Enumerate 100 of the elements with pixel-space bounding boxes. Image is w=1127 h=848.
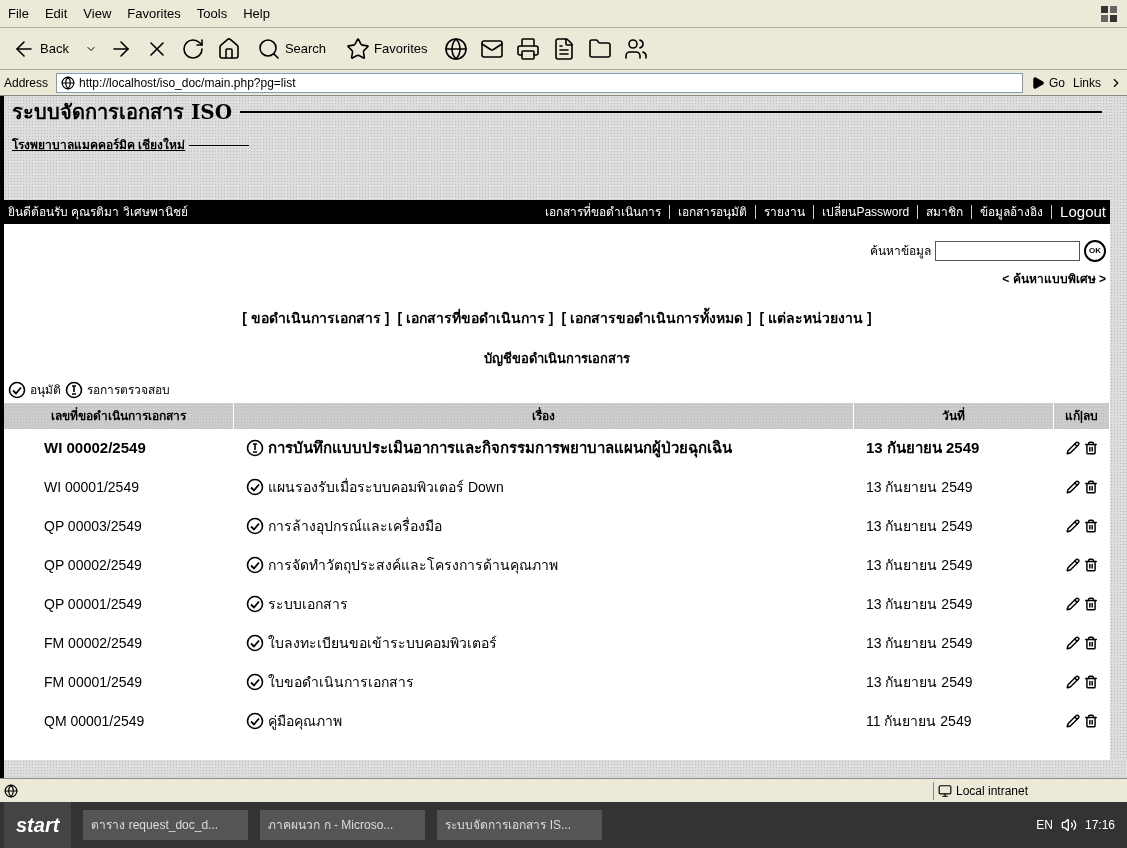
delete-icon[interactable] <box>1084 558 1098 572</box>
menu-item[interactable]: View <box>83 3 112 24</box>
search-field[interactable] <box>935 241 1080 261</box>
section-link[interactable]: [ แต่ละหน่วยงาน ] <box>759 308 872 329</box>
edit-icon[interactable] <box>1066 558 1080 572</box>
delete-icon[interactable] <box>1084 597 1098 611</box>
address-field[interactable]: http://localhost/iso_doc/main.php?pg=list <box>56 72 1023 93</box>
taskbar-button[interactable]: ภาคผนวก ก - Microso... <box>260 810 426 840</box>
table-cell-text: การจัดทำวัตถุประสงค์และโครงการด้านคุณภาพ <box>268 555 558 576</box>
column-header: วันที่ <box>854 402 1054 429</box>
table-cell-text: ใบลงทะเบียนขอเข้าระบบคอมพิวเตอร์ <box>268 633 497 653</box>
table-cell-text: แผนรองรับเมื่อระบบคอมพิวเตอร์ Down <box>268 477 504 497</box>
section-link[interactable]: [ เอกสารขอดำเนินการทั้งหมด ] <box>561 308 752 329</box>
taskbar-button[interactable]: ตาราง request_doc_d... <box>83 810 249 840</box>
list-heading: บัญชีขอดำเนินการเอกสาร <box>484 350 630 369</box>
horizontal-scrollbar[interactable] <box>0 760 1127 778</box>
nav-link[interactable]: เอกสารที่ขอดำเนินการ <box>545 203 662 221</box>
back-button[interactable]: Back <box>8 36 73 61</box>
table-cell-text: QM 00001/2549 <box>43 711 146 731</box>
welcome-text: ยินดีต้อนรับ คุณรติมา วิเศษพานิชย์ <box>8 204 188 221</box>
links-button[interactable]: Links <box>1073 73 1101 92</box>
favorites-button[interactable]: Favorites <box>342 36 432 61</box>
table-cell-text: 13 กันยายน 2549 <box>865 633 974 653</box>
table-cell-text: FM 00001/2549 <box>43 672 144 692</box>
menu-item[interactable]: Help <box>243 3 270 24</box>
menu-item[interactable]: Favorites <box>127 3 181 24</box>
nav-link[interactable]: Logout <box>1060 200 1106 224</box>
delete-icon[interactable] <box>1084 714 1098 728</box>
table-cell-text: 13 กันยายน 2549 <box>865 672 974 692</box>
edit-icon[interactable] <box>1066 714 1080 728</box>
column-header: แก้|ลบ <box>1054 402 1110 429</box>
start-button[interactable]: start <box>4 802 72 848</box>
table-cell-text: ใบขอดำเนินการเอกสาร <box>268 672 414 692</box>
table-cell-text: QP 00003/2549 <box>43 516 143 536</box>
delete-icon[interactable] <box>1084 480 1098 494</box>
go-button[interactable]: Go <box>1030 73 1065 92</box>
page-icon <box>4 783 18 798</box>
nav-link[interactable]: ข้อมูลอ้างอิง <box>980 203 1044 221</box>
url-text: http://localhost/iso_doc/main.php?pg=list <box>79 74 296 92</box>
table-cell-text: 13 กันยายน 2549 <box>865 437 981 458</box>
users-icon[interactable] <box>623 36 648 61</box>
nav-link[interactable]: เปลี่ยนPassword <box>822 203 910 221</box>
table-cell-text: FM 00002/2549 <box>43 633 144 653</box>
page-icon <box>61 75 76 90</box>
section-link[interactable]: [ เอกสารที่ขอดำเนินการ ] <box>397 308 554 329</box>
table-cell-text: WI 00001/2549 <box>43 477 140 497</box>
printer-icon[interactable] <box>515 36 540 61</box>
section-link[interactable]: [ ขอดำเนินการเอกสาร ] <box>242 308 390 329</box>
clock: 17:16 <box>1084 817 1115 834</box>
table-cell-text: 11 กันยายน 2549 <box>865 711 973 731</box>
language-indicator: EN <box>1036 817 1053 834</box>
site-title: ระบบจัดการเอกสาร ISO <box>12 99 233 126</box>
home-icon[interactable] <box>216 36 241 61</box>
windows-logo-icon <box>1099 3 1119 24</box>
edit-icon[interactable] <box>1066 519 1080 533</box>
volume-icon[interactable] <box>1060 817 1077 833</box>
vertical-scrollbar[interactable] <box>1110 96 1127 760</box>
folder-icon[interactable] <box>587 36 612 61</box>
edit-icon[interactable] <box>1066 636 1080 650</box>
refresh-icon[interactable] <box>180 36 205 61</box>
ok-button[interactable]: OK <box>1084 240 1106 262</box>
intranet-icon <box>938 783 952 798</box>
search-label: ค้นหาข้อมูล <box>870 243 931 260</box>
menu-item[interactable]: Edit <box>44 3 68 24</box>
site-subtitle: โรงพยาบาลแมคคอร์มิค เชียงใหม่ <box>12 136 186 154</box>
table-cell-text: 13 กันยายน 2549 <box>865 555 974 575</box>
go-arrow-icon <box>1030 75 1045 90</box>
edit-icon[interactable] <box>1066 480 1080 494</box>
nav-link[interactable]: เอกสารอนุมัติ <box>678 203 748 221</box>
search-icon <box>256 36 281 61</box>
security-zone: Local intranet <box>956 782 1029 800</box>
table-cell-text: 13 กันยายน 2549 <box>865 477 974 497</box>
edit-icon[interactable] <box>1066 597 1080 611</box>
edit-icon[interactable] <box>1066 675 1080 689</box>
nav-link[interactable]: สมาชิก <box>926 203 964 221</box>
taskbar-button[interactable]: ระบบจัดการเอกสาร IS... <box>437 810 603 840</box>
table-cell-text: 13 กันยายน 2549 <box>865 594 974 614</box>
menu-item[interactable]: Tools <box>196 3 228 24</box>
table-cell-text: ระบบเอกสาร <box>268 594 348 614</box>
delete-icon[interactable] <box>1084 636 1098 650</box>
table-cell-text: การบันทึกแบบประเมินอาการและกิจกรรมการพยาบาลแผนกผู้ป่วยฉุกเฉิน <box>268 437 732 460</box>
star-icon <box>346 36 371 61</box>
column-header: เลขที่ขอดำเนินการเอกสาร <box>4 402 234 429</box>
delete-icon[interactable] <box>1084 441 1098 455</box>
address-label: Address <box>4 74 49 92</box>
table-cell-text: WI 00002/2549 <box>43 437 147 458</box>
table-cell-text: คู่มือคุณภาพ <box>268 711 342 732</box>
advanced-search-link[interactable]: < ค้นหาแบบพิเศษ > <box>1002 270 1106 288</box>
edit-icon[interactable] <box>1066 441 1080 455</box>
legend-label: อนุมัติ <box>30 381 61 399</box>
delete-icon[interactable] <box>1084 519 1098 533</box>
legend-label: รอการตรวจสอบ <box>87 381 170 399</box>
table-cell-text: QP 00002/2549 <box>43 555 143 575</box>
table-cell-text: 13 กันยายน 2549 <box>865 516 974 536</box>
nav-link[interactable]: รายงาน <box>764 203 806 221</box>
table-cell-text: QP 00001/2549 <box>43 594 143 614</box>
delete-icon[interactable] <box>1084 675 1098 689</box>
menu-item[interactable]: File <box>8 3 29 24</box>
globe-icon[interactable] <box>443 36 468 61</box>
search-button[interactable]: Search <box>252 36 331 61</box>
